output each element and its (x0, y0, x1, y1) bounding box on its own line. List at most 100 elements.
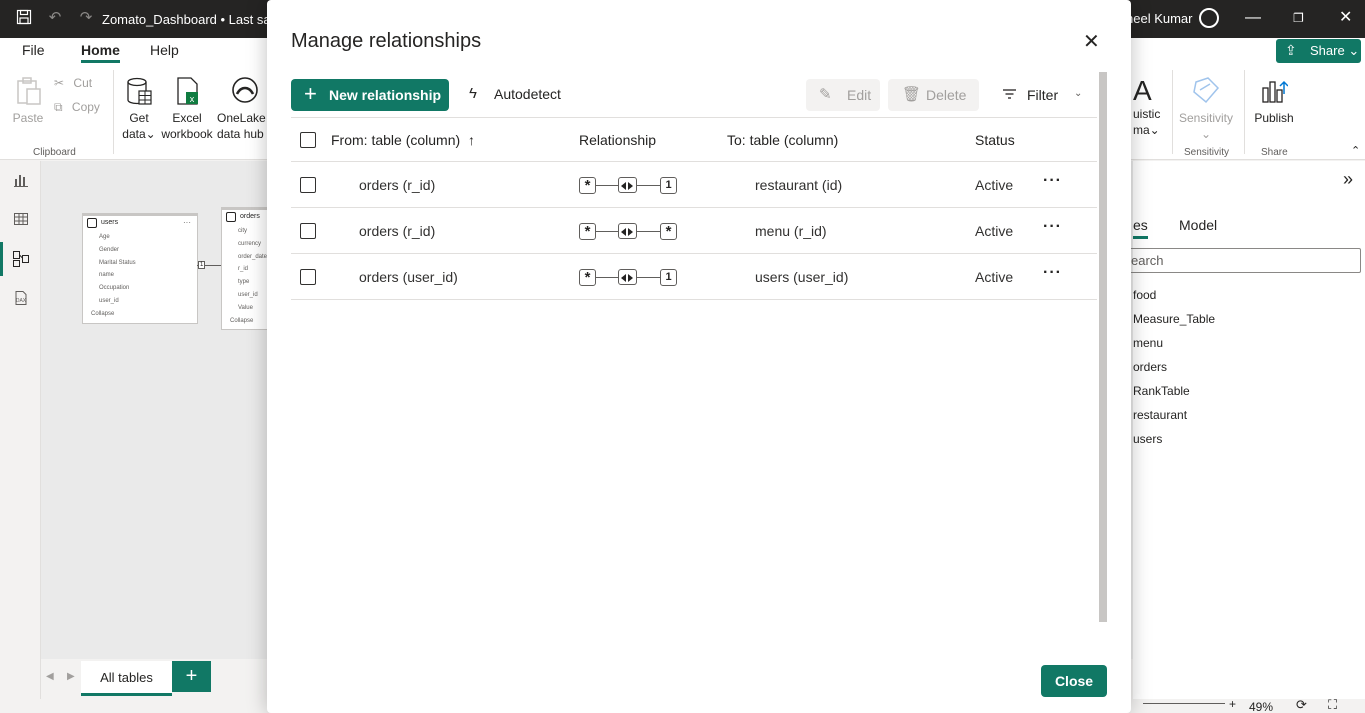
row-checkbox[interactable] (300, 177, 316, 193)
table-list-item[interactable]: users (1133, 432, 1162, 446)
copy-icon: ⧉ (54, 100, 63, 114)
dax-query-icon[interactable]: DAX (12, 290, 30, 308)
select-all-checkbox[interactable] (300, 132, 316, 148)
paste-button[interactable]: Paste (12, 76, 44, 126)
tab-model[interactable]: Model (1179, 217, 1217, 233)
orders-table-card[interactable]: orders city currency order_date r_id typ… (221, 207, 271, 330)
from-cardinality: * (579, 223, 596, 240)
status-cell: Active (975, 177, 1014, 193)
window-close-icon[interactable]: ✕ (1339, 9, 1352, 27)
table-list-item[interactable]: menu (1133, 336, 1163, 350)
view-switcher: DAX (0, 161, 41, 713)
field-item[interactable]: user_id (83, 295, 197, 308)
tab-help[interactable]: Help (150, 42, 179, 58)
redo-icon[interactable]: ↷ (77, 9, 95, 27)
scroll-left-icon[interactable]: ◀ (46, 671, 54, 682)
search-input[interactable]: earch (1123, 248, 1361, 273)
more-options-icon[interactable]: ··· (1043, 172, 1062, 190)
to-cardinality: * (660, 223, 677, 240)
save-icon[interactable] (15, 9, 33, 27)
get-data-button[interactable]: Get data⌄ (119, 76, 159, 142)
table-view-icon[interactable] (12, 211, 30, 229)
column-header-relationship[interactable]: Relationship (579, 132, 656, 148)
close-icon[interactable]: ✕ (1083, 32, 1100, 52)
table-row[interactable]: orders (user_id) * 1 users (user_id) Act… (291, 254, 1097, 300)
field-item[interactable]: order_date (222, 251, 270, 264)
model-view-icon[interactable] (12, 250, 30, 268)
scroll-right-icon[interactable]: ▶ (67, 671, 75, 682)
sensitivity-button[interactable]: Sensitivity ⌄ (1176, 76, 1236, 142)
scrollbar[interactable] (1099, 72, 1107, 622)
minimize-icon[interactable]: — (1245, 9, 1261, 27)
report-view-icon[interactable] (12, 172, 30, 190)
share-icon: ⇪ (1285, 42, 1297, 58)
reset-zoom-icon[interactable]: ⟳ (1296, 697, 1307, 713)
users-table-card[interactable]: users ··· Age Gender Marital Status name… (82, 213, 198, 324)
tab-home[interactable]: Home (81, 42, 120, 63)
onelake-button[interactable]: OneLake data hub (217, 76, 267, 142)
more-options-icon[interactable]: ··· (183, 218, 191, 227)
delete-button[interactable]: 🗑 Delete (888, 79, 979, 111)
collapse-link[interactable]: Collapse (222, 315, 270, 327)
more-options-icon[interactable]: ··· (1043, 218, 1062, 236)
sensitivity-label: Sensitivity (1178, 111, 1234, 125)
field-item[interactable]: currency (222, 238, 270, 251)
table-list-item[interactable]: restaurant (1133, 408, 1187, 422)
cut-button[interactable]: ✂ Cut (54, 75, 92, 91)
row-checkbox[interactable] (300, 269, 316, 285)
status-cell: Active (975, 223, 1014, 239)
bidirectional-icon (618, 177, 637, 193)
excel-label: Excel (172, 111, 202, 125)
add-layout-button[interactable]: + (172, 661, 211, 692)
manage-relationships-dialog: Manage relationships ✕ + New relationshi… (267, 0, 1131, 713)
avatar-icon[interactable] (1199, 8, 1219, 28)
publish-button[interactable]: Publish (1252, 76, 1296, 126)
column-header-to[interactable]: To: table (column) (727, 132, 838, 148)
tab-file[interactable]: File (22, 42, 45, 58)
filter-button[interactable]: Filter ⌄ (1002, 87, 1082, 103)
field-item[interactable]: Age (83, 231, 197, 244)
table-row[interactable]: orders (r_id) * * menu (r_id) Active ··· (291, 208, 1097, 254)
linguistic-schema-button[interactable]: A uistic ma⌄ (1133, 76, 1163, 138)
tab-all-tables[interactable]: All tables (81, 661, 172, 696)
field-item[interactable]: user_id (222, 289, 270, 302)
field-item[interactable]: Marital Status (83, 257, 197, 270)
edit-button[interactable]: ✎ Edit (806, 79, 880, 111)
column-header-status[interactable]: Status (975, 132, 1015, 148)
row-checkbox[interactable] (300, 223, 316, 239)
maximize-icon[interactable]: ❐ (1293, 9, 1304, 27)
table-list-item[interactable]: RankTable (1133, 384, 1190, 398)
table-card-title: users (83, 216, 197, 231)
svg-text:DAX: DAX (16, 298, 27, 304)
bidirectional-icon (618, 223, 637, 239)
field-item[interactable]: name (83, 269, 197, 282)
table-row[interactable]: orders (r_id) * 1 restaurant (id) Active… (291, 162, 1097, 208)
autodetect-button[interactable]: ϟ Autodetect (467, 85, 561, 102)
collapse-ribbon-icon[interactable]: ⌃ (1351, 144, 1360, 157)
copy-button[interactable]: ⧉ Copy (54, 99, 100, 115)
collapse-link[interactable]: Collapse (83, 308, 197, 320)
table-list-item[interactable]: food (1133, 288, 1156, 302)
field-item[interactable]: Gender (83, 244, 197, 257)
field-item[interactable]: Occupation (83, 282, 197, 295)
expand-pane-icon[interactable]: » (1343, 169, 1353, 190)
field-item[interactable]: Value (222, 302, 270, 315)
close-button[interactable]: Close (1041, 665, 1107, 697)
field-item[interactable]: r_id (222, 263, 270, 276)
table-list-item[interactable]: orders (1133, 360, 1167, 374)
fit-to-screen-icon[interactable]: ⛶ (1328, 697, 1337, 713)
edit-icon: ✎ (819, 86, 832, 103)
field-item[interactable]: type (222, 276, 270, 289)
field-item[interactable]: city (222, 225, 270, 238)
new-relationship-button[interactable]: + New relationship (291, 79, 449, 111)
zoom-slider[interactable] (1143, 703, 1225, 704)
tab-data[interactable]: es (1133, 217, 1148, 239)
table-list-item[interactable]: Measure_Table (1133, 312, 1215, 326)
zoom-in-icon[interactable]: + (1229, 697, 1236, 711)
more-options-icon[interactable]: ··· (1043, 264, 1062, 282)
column-header-from[interactable]: From: table (column) ↑ (331, 132, 475, 148)
excel-workbook-button[interactable]: x Excel workbook (159, 76, 215, 142)
undo-icon[interactable]: ↶ (46, 9, 64, 27)
paste-icon (17, 77, 41, 105)
share-button[interactable]: ⇪ Share ⌄ (1276, 39, 1361, 63)
